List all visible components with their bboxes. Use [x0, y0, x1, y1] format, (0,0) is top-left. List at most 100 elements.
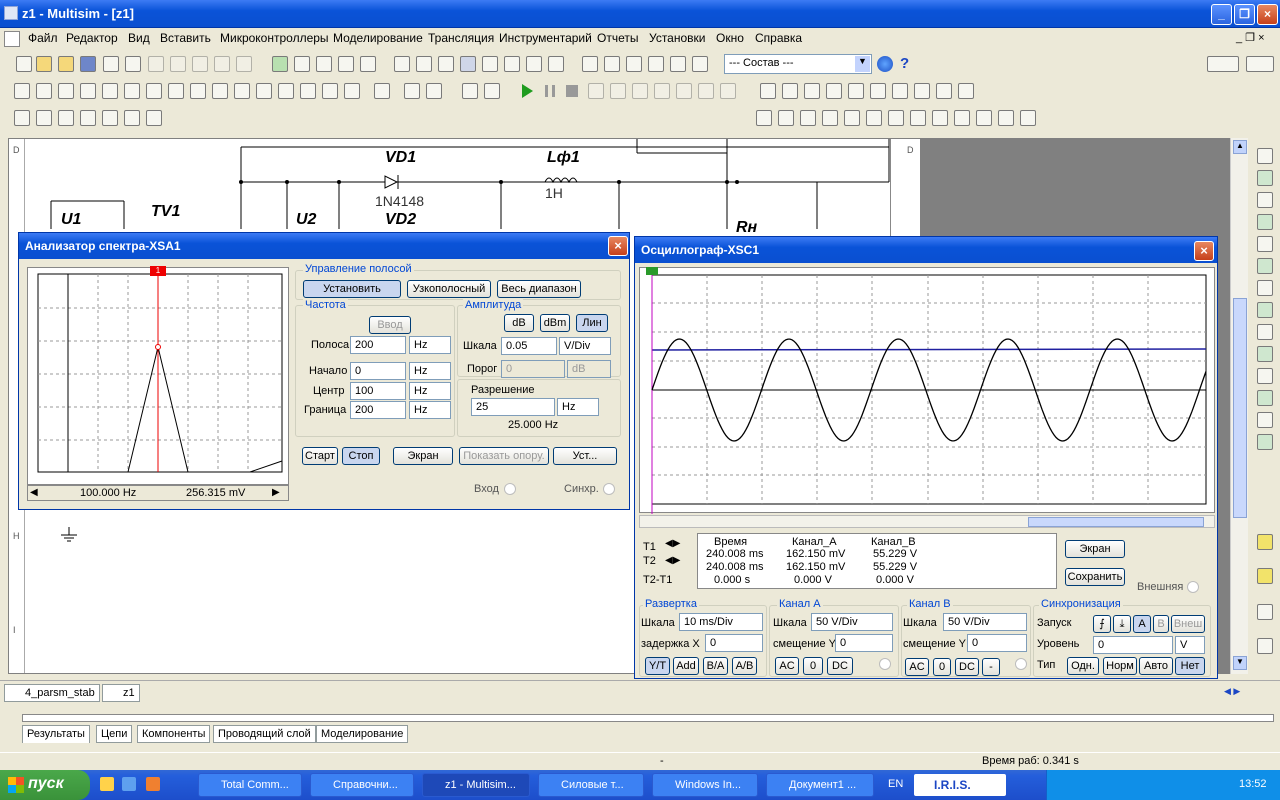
- bode-plotter-icon[interactable]: [1257, 258, 1273, 274]
- level-unit[interactable]: V: [1175, 636, 1205, 654]
- iv-analyzer-icon[interactable]: [1257, 368, 1273, 384]
- sheet-tab-stab[interactable]: 4_parsm_stab: [4, 684, 100, 702]
- chevron-down-icon[interactable]: ▼: [855, 56, 870, 72]
- word-generator-icon[interactable]: [1257, 302, 1273, 318]
- open-folder-icon[interactable]: [58, 56, 74, 72]
- spectrum-marker[interactable]: 1: [150, 266, 166, 276]
- help-icon[interactable]: ?: [900, 55, 909, 72]
- save-icon[interactable]: [80, 56, 96, 72]
- normal-button[interactable]: Норм: [1103, 657, 1137, 675]
- start-input[interactable]: 0: [350, 362, 406, 380]
- align-12-icon[interactable]: [998, 110, 1014, 126]
- current-probe-icon[interactable]: [1257, 638, 1273, 654]
- component-editor-icon[interactable]: [416, 56, 432, 72]
- ttl-icon[interactable]: [124, 83, 140, 99]
- scale-input[interactable]: 0.05: [501, 337, 557, 355]
- probe-6-icon[interactable]: [870, 83, 886, 99]
- span-input[interactable]: 200: [350, 336, 406, 354]
- rising-edge-icon[interactable]: ⨍: [1093, 615, 1111, 633]
- forward-annotate-icon[interactable]: [692, 56, 708, 72]
- cmos-icon[interactable]: [146, 83, 162, 99]
- chb-invert-button[interactable]: -: [982, 658, 1000, 676]
- network-analyzer-icon[interactable]: [1257, 434, 1273, 450]
- probe-vss-icon[interactable]: [958, 83, 974, 99]
- results-splitter[interactable]: [22, 714, 1274, 722]
- align-9-icon[interactable]: [932, 110, 948, 126]
- align-5-icon[interactable]: [844, 110, 860, 126]
- menu-edit[interactable]: Редактор: [66, 31, 118, 45]
- span-unit[interactable]: Hz: [409, 336, 451, 354]
- multimeter-icon[interactable]: [1257, 148, 1273, 164]
- misc-digital-icon[interactable]: [168, 83, 184, 99]
- t1-arrows-icon[interactable]: ◀▶: [665, 538, 691, 552]
- ext-trigger-terminal[interactable]: [1187, 581, 1199, 593]
- menu-file[interactable]: Файл: [28, 31, 58, 45]
- label-u1[interactable]: U1: [61, 211, 81, 229]
- label-1n4148[interactable]: 1N4148: [375, 193, 424, 209]
- maximize-button[interactable]: ❐: [1234, 4, 1255, 25]
- language-indicator[interactable]: EN: [888, 778, 903, 790]
- basic-icon[interactable]: [36, 83, 52, 99]
- end-unit[interactable]: Hz: [409, 401, 451, 419]
- menu-tools[interactable]: Инструментарий: [499, 31, 592, 45]
- task-total-commander[interactable]: Total Comm...: [198, 773, 302, 797]
- minimize-button[interactable]: _: [1211, 4, 1232, 25]
- settings-button[interactable]: Уст...: [553, 447, 617, 465]
- mcu-icon[interactable]: [344, 83, 360, 99]
- set-span-button[interactable]: Установить: [303, 280, 401, 298]
- wattmeter-icon[interactable]: [1257, 192, 1273, 208]
- align-8-icon[interactable]: [910, 110, 926, 126]
- menu-view[interactable]: Вид: [128, 31, 150, 45]
- align-10-icon[interactable]: [954, 110, 970, 126]
- graphic-5-icon[interactable]: [102, 110, 118, 126]
- trigger-terminal[interactable]: [603, 483, 615, 495]
- cha-dc-button[interactable]: DC: [827, 657, 853, 675]
- menu-mcu[interactable]: Микроконтроллеры: [220, 31, 329, 45]
- marker-left-icon[interactable]: ◀: [30, 487, 44, 499]
- cut-icon[interactable]: [148, 56, 164, 72]
- spectrum-close-icon[interactable]: ×: [608, 236, 628, 256]
- print-preview-icon[interactable]: [125, 56, 141, 72]
- task-ie[interactable]: Windows In...: [652, 773, 758, 797]
- input-terminal[interactable]: [504, 483, 516, 495]
- ab-button[interactable]: A/B: [732, 657, 757, 675]
- label-lf1[interactable]: Lф1: [547, 149, 580, 167]
- probe-3-icon[interactable]: [804, 83, 820, 99]
- zoom-area-icon[interactable]: [338, 56, 354, 72]
- falling-edge-icon[interactable]: ⤓: [1113, 615, 1131, 633]
- menu-window[interactable]: Окно: [716, 31, 744, 45]
- ultiboard-icon[interactable]: [648, 56, 664, 72]
- graphic-6-icon[interactable]: [124, 110, 140, 126]
- source-icon[interactable]: [14, 83, 30, 99]
- undo-icon[interactable]: [214, 56, 230, 72]
- zoom-fit-icon[interactable]: [360, 56, 376, 72]
- indicator-icon[interactable]: [212, 83, 228, 99]
- cha-scale-input[interactable]: 50 V/Div: [811, 613, 893, 631]
- distortion-analyzer-icon[interactable]: [1257, 390, 1273, 406]
- list-red-icon[interactable]: [484, 83, 500, 99]
- cursor-t1-marker[interactable]: [646, 267, 658, 275]
- align-3-icon[interactable]: [800, 110, 816, 126]
- redo-icon[interactable]: [236, 56, 252, 72]
- label-vd2[interactable]: VD2: [385, 211, 416, 229]
- zoom-out-icon[interactable]: [316, 56, 332, 72]
- find-icon[interactable]: [394, 56, 410, 72]
- fullscreen-icon[interactable]: [272, 56, 288, 72]
- db-button[interactable]: dB: [504, 314, 534, 332]
- logic-analyzer-icon[interactable]: [1257, 324, 1273, 340]
- add-button[interactable]: Add: [673, 657, 699, 675]
- marker-right-icon[interactable]: ▶: [272, 487, 286, 499]
- scope-close-icon[interactable]: ×: [1194, 241, 1214, 261]
- reverse-button[interactable]: Экран: [1065, 540, 1125, 558]
- cha-ac-button[interactable]: AC: [775, 657, 799, 675]
- hand-icon[interactable]: [698, 83, 714, 99]
- probe-vdd-icon[interactable]: [914, 83, 930, 99]
- cha-terminal[interactable]: [879, 658, 891, 670]
- scope-4ch-icon[interactable]: [1257, 236, 1273, 252]
- run-icon[interactable]: [522, 84, 533, 98]
- oscilloscope-icon[interactable]: [1257, 214, 1273, 230]
- quicklaunch-2-icon[interactable]: [122, 777, 136, 791]
- label-vd1[interactable]: VD1: [385, 149, 416, 167]
- print-icon[interactable]: [103, 56, 119, 72]
- view-icon[interactable]: [1207, 56, 1239, 72]
